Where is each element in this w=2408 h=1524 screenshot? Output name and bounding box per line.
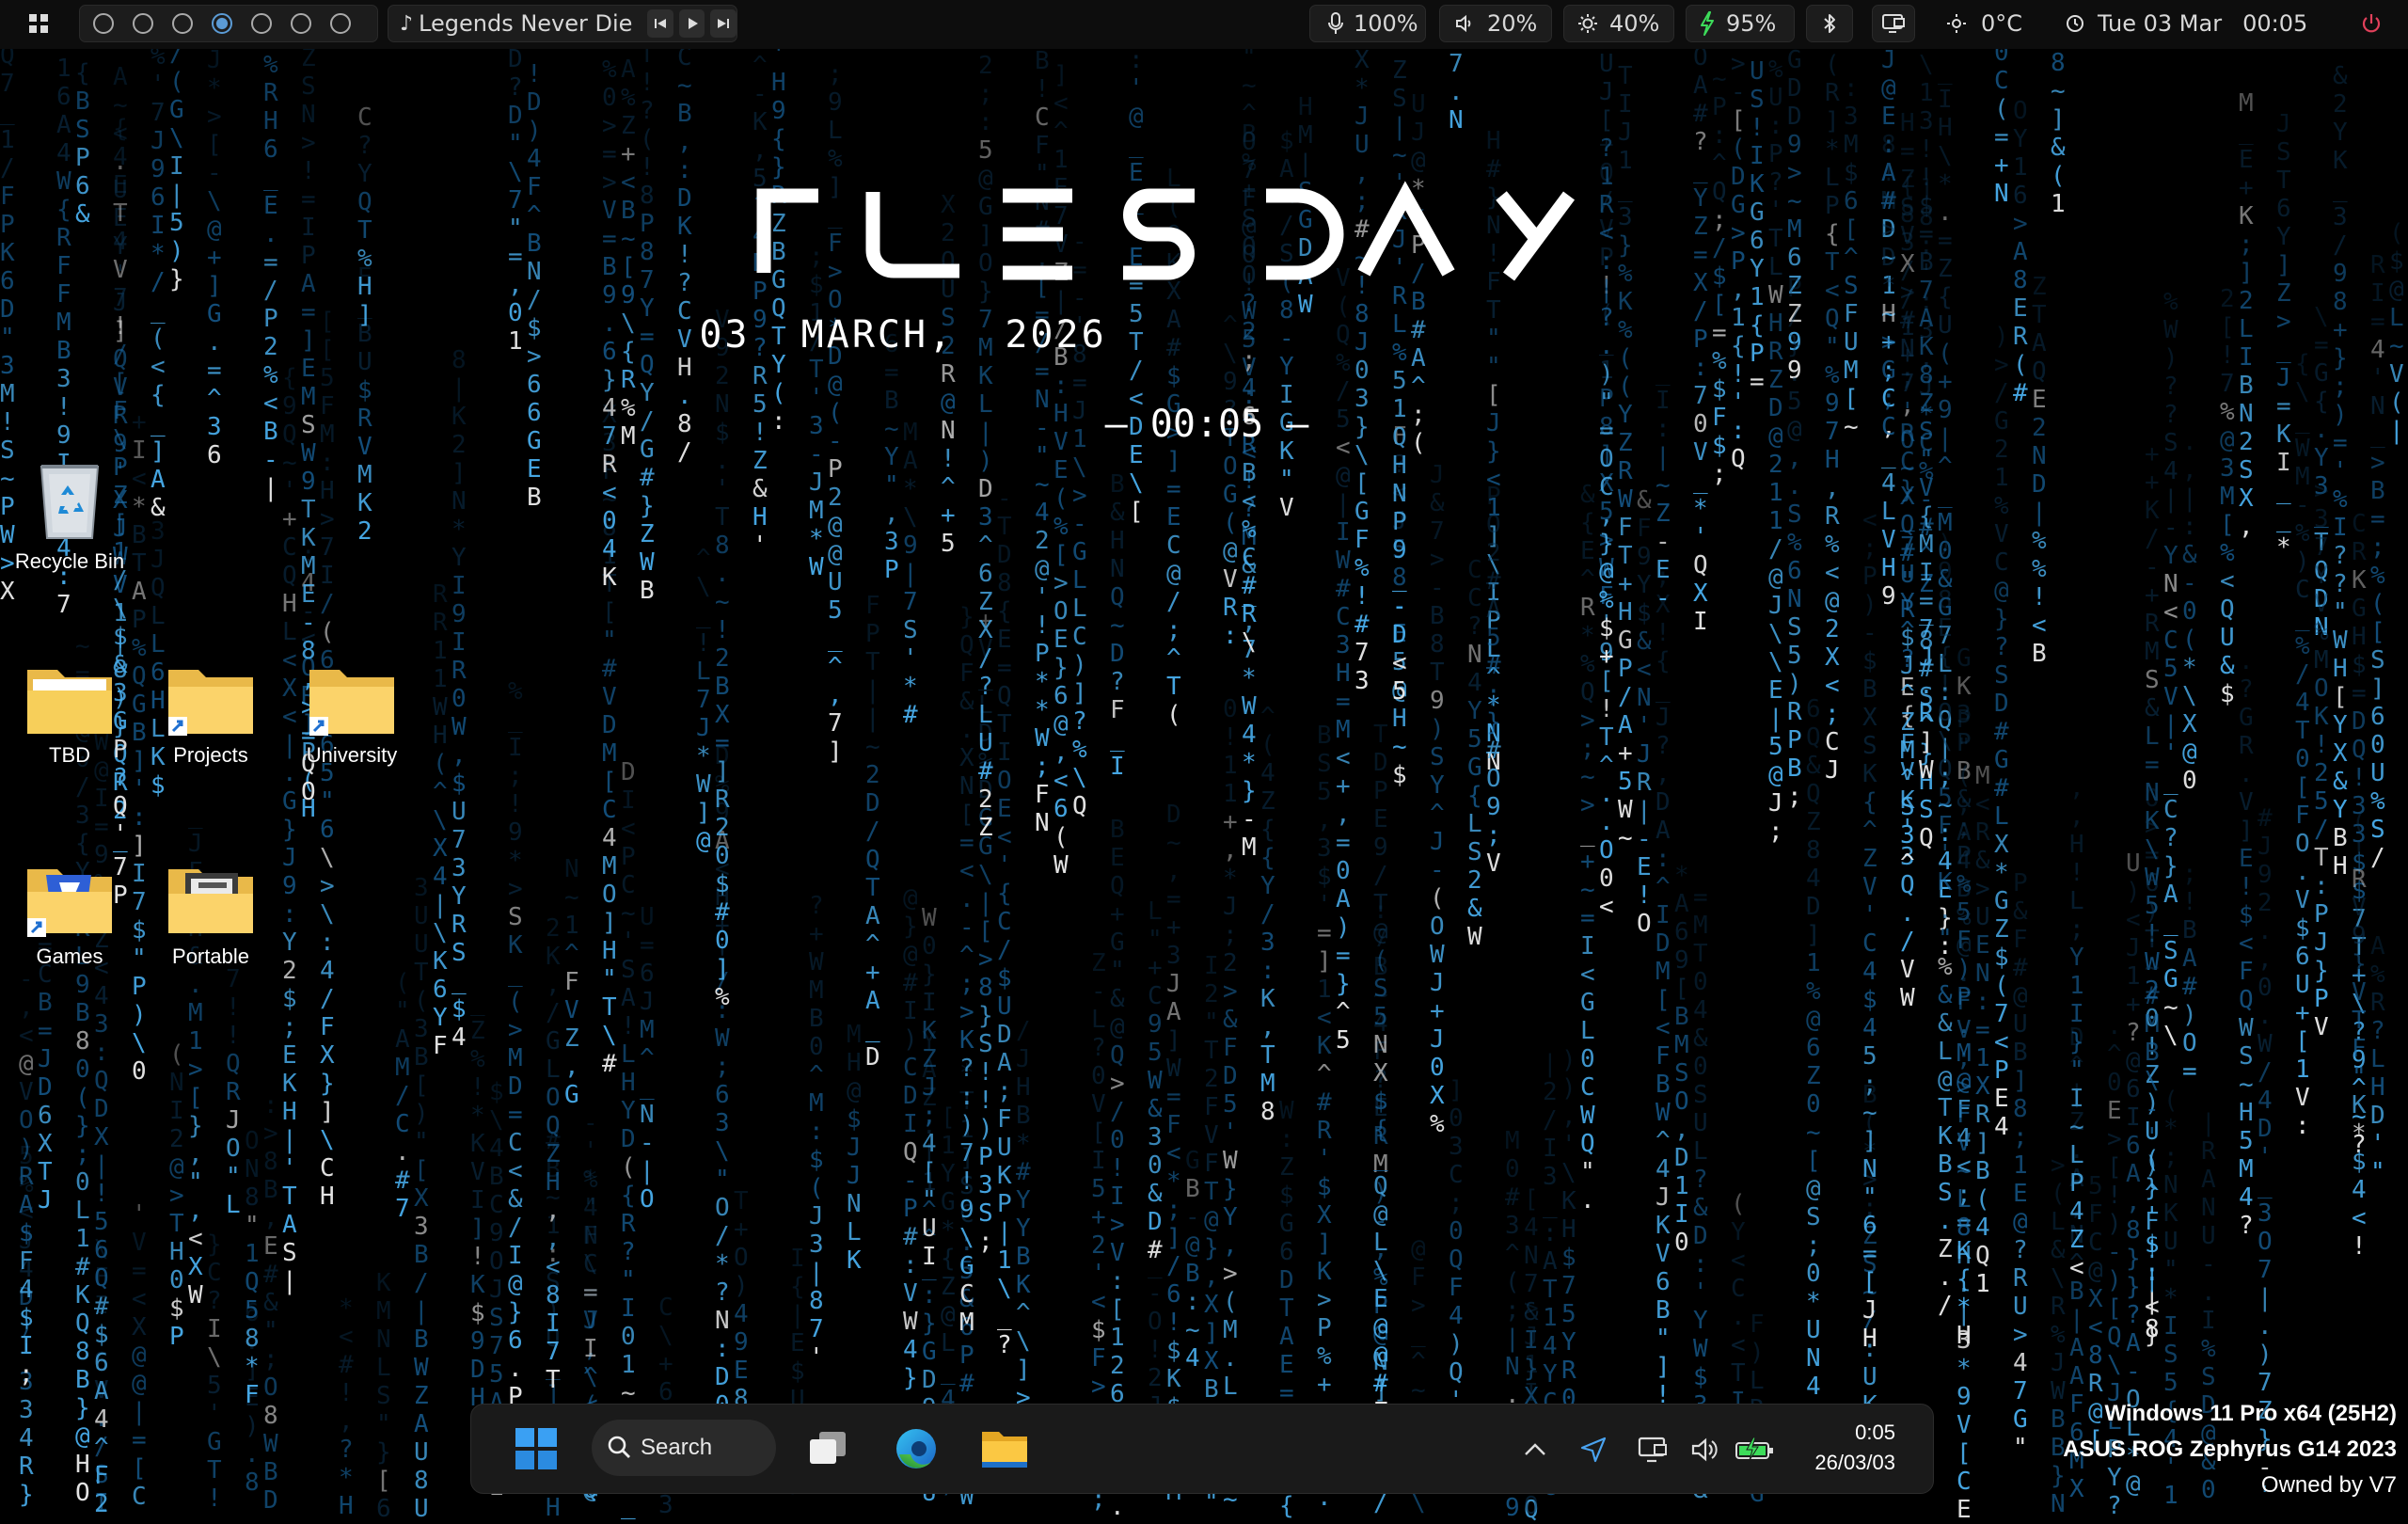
topbar-date: Tue 03 Mar (2098, 10, 2223, 37)
workspace-3[interactable] (172, 13, 193, 34)
bluetooth-button[interactable] (1806, 5, 1853, 42)
watermark-device: ASUS ROG Zephyrus G14 2023 (2063, 1437, 2397, 1462)
battery-charging-icon (1735, 1437, 1773, 1461)
folder-shortcut-icon (309, 670, 394, 736)
clock-icon (2066, 14, 2084, 33)
workspace-2[interactable] (133, 13, 153, 34)
file-explorer-icon (982, 1432, 1027, 1468)
battery-charging-icon (1700, 11, 1715, 36)
power-icon (2360, 12, 2383, 35)
volume-level: 20% (1487, 10, 1538, 37)
microphone-icon (1327, 12, 1344, 35)
tray-volume-button[interactable] (1688, 1433, 1720, 1467)
watermark-owner: Owned by V7 (2260, 1472, 2397, 1498)
desktop-icon-portable[interactable]: Portable (145, 862, 277, 969)
tray-send-button[interactable] (1577, 1433, 1609, 1467)
battery-level: 95% (1726, 10, 1777, 37)
projects-label: Projects (173, 743, 248, 767)
top-status-bar: ♪ Legends Never Die 100% 20% 40% 95% 0°C… (0, 0, 2408, 49)
tbd-label: TBD (49, 743, 90, 767)
search-icon (607, 1435, 631, 1466)
windows-start-icon (515, 1428, 557, 1469)
topbar-time: 00:05 (2242, 10, 2308, 37)
edge-icon (896, 1429, 936, 1468)
start-button[interactable] (505, 1418, 567, 1480)
taskbar-time: 0:05 (1855, 1421, 1895, 1444)
portable-folder-icon (168, 869, 253, 933)
send-icon (1580, 1437, 1607, 1463)
display-button[interactable] (1872, 5, 1915, 42)
volume-widget[interactable]: 20% (1439, 5, 1552, 42)
music-note-icon: ♪ (400, 11, 414, 36)
display-icon (1882, 13, 1905, 34)
file-explorer-button[interactable] (974, 1418, 1036, 1480)
games-folder-shortcut-icon (27, 869, 112, 937)
media-title[interactable]: Legends Never Die (419, 10, 632, 37)
display-icon (1638, 1437, 1667, 1463)
workspace-1[interactable] (93, 13, 114, 34)
workspace-switcher (79, 5, 378, 42)
portable-label: Portable (172, 945, 249, 968)
desktop-icon-university[interactable]: University (286, 662, 418, 768)
taskbar-clock[interactable]: 0:05 26/03/03 (1814, 1418, 1895, 1478)
brightness-widget[interactable]: 40% (1563, 5, 1674, 42)
tray-battery-button[interactable] (1734, 1433, 1777, 1467)
widget-time: – 00:05 – (1104, 403, 1309, 446)
workspace-4-active[interactable] (212, 13, 232, 34)
workspace-6[interactable] (291, 13, 311, 34)
datetime-widget[interactable]: Tue 03 Mar 00:05 (2060, 5, 2314, 42)
day-name-logo (756, 181, 1576, 281)
brightness-icon (1577, 13, 1598, 34)
desktop-icon-games[interactable]: Games (4, 862, 135, 969)
folder-shortcut-icon (168, 670, 253, 736)
start-grid-button[interactable] (9, 5, 68, 42)
workspace-5[interactable] (251, 13, 272, 34)
next-track-button[interactable] (710, 9, 737, 38)
power-button[interactable] (2348, 5, 2395, 42)
full-date: 03 MARCH, 2026 (699, 313, 1107, 357)
grid-icon (28, 13, 49, 34)
show-hidden-icons-button[interactable] (1521, 1433, 1549, 1467)
speaker-icon (1455, 14, 1474, 33)
watermark-os: Windows 11 Pro x64 (25H2) (2104, 1401, 2397, 1426)
chevron-up-icon (1525, 1443, 1545, 1455)
day-name-heading (743, 179, 1646, 292)
sun-icon (1947, 14, 1966, 33)
games-label: Games (36, 945, 103, 968)
university-label: University (306, 743, 398, 767)
bluetooth-icon (1823, 13, 1836, 34)
media-widget: ♪ Legends Never Die (388, 5, 737, 42)
folder-icon (27, 670, 112, 734)
brightness-level: 40% (1609, 10, 1660, 37)
recycle-bin-icon (40, 465, 100, 539)
task-view-button[interactable] (797, 1418, 859, 1480)
os-watermark: Windows 11 Pro x64 (25H2) ASUS ROG Zephy… (2063, 1396, 2397, 1503)
search-label: Search (641, 1435, 713, 1460)
desktop-icon-tbd[interactable]: TBD (4, 662, 135, 768)
weather-widget[interactable]: 0°C (1936, 5, 2073, 42)
edge-button[interactable] (885, 1418, 947, 1480)
previous-track-button[interactable] (647, 9, 673, 38)
taskbar-date: 26/03/03 (1814, 1451, 1895, 1474)
desktop-icon-recycle-bin[interactable]: Recycle Bin (4, 457, 135, 574)
microphone-widget[interactable]: 100% (1309, 5, 1426, 42)
workspace-7[interactable] (330, 13, 351, 34)
task-view-icon (810, 1432, 846, 1464)
microphone-level: 100% (1354, 10, 1418, 37)
taskbar: Search 0:05 26/03/03 (470, 1404, 1934, 1494)
desktop-icon-projects[interactable]: Projects (145, 662, 277, 768)
temperature: 0°C (1981, 10, 2023, 37)
battery-widget[interactable]: 95% (1686, 5, 1795, 42)
speaker-icon (1691, 1437, 1718, 1462)
recycle-bin-label: Recycle Bin (14, 549, 125, 573)
play-button[interactable] (678, 9, 705, 38)
tray-network-button[interactable] (1636, 1433, 1670, 1467)
taskbar-search[interactable]: Search (592, 1420, 776, 1476)
